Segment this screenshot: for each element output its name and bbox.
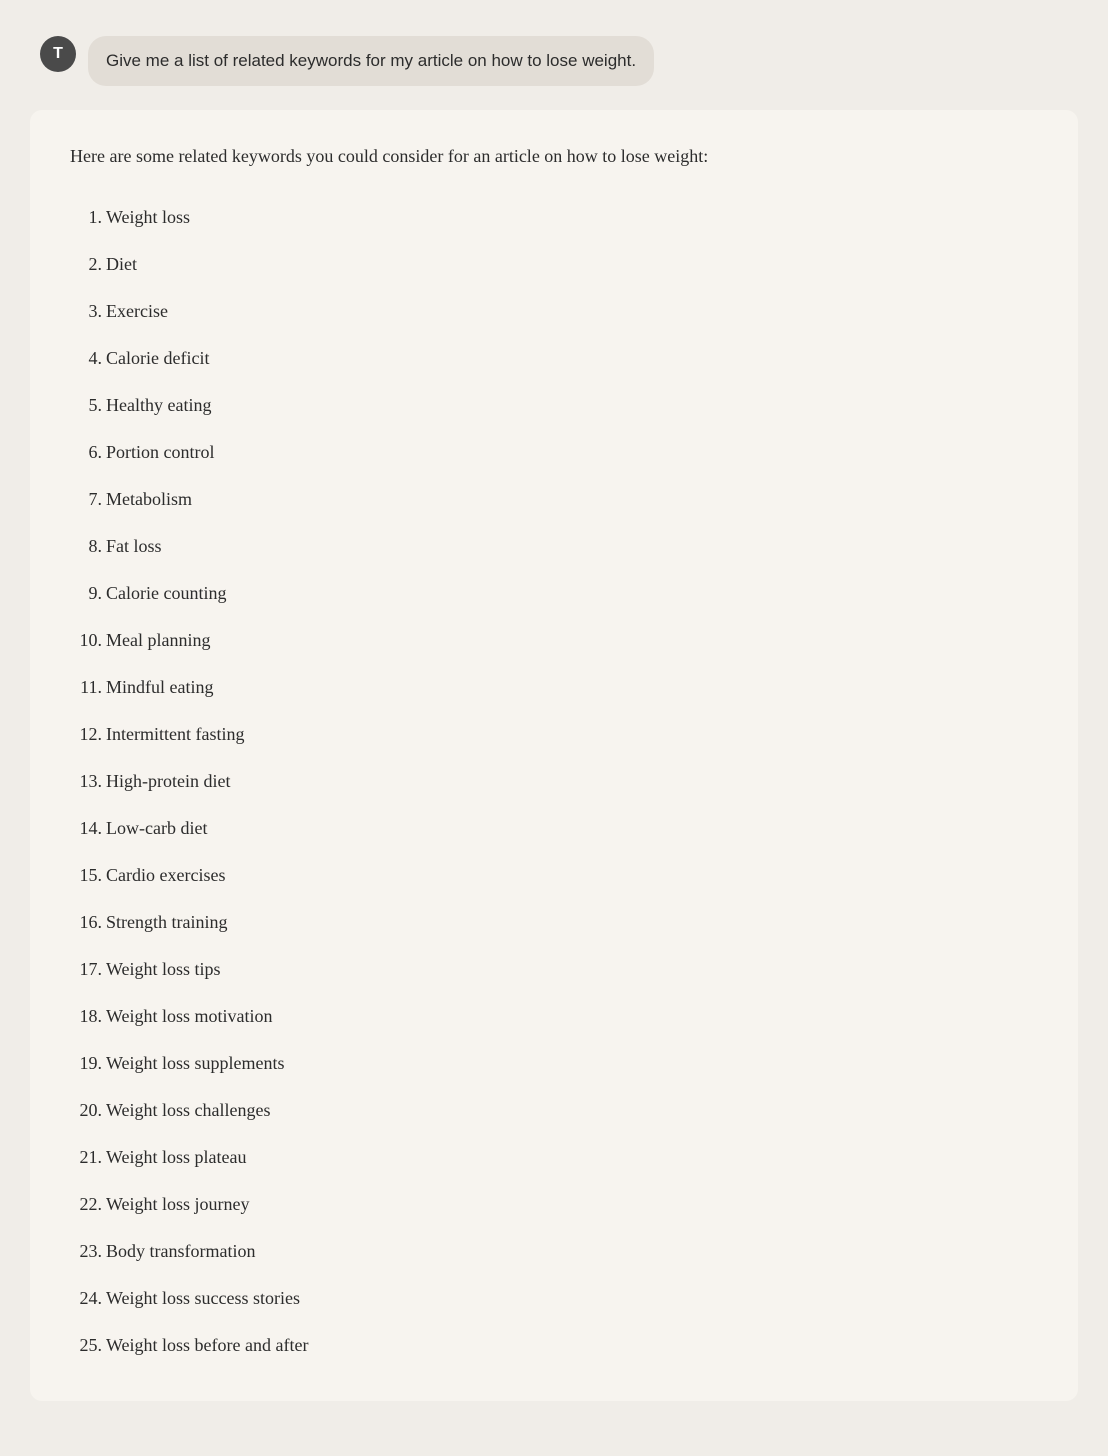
list-item: 5.Healthy eating — [70, 382, 1038, 429]
list-item: 7.Metabolism — [70, 476, 1038, 523]
item-text: Exercise — [106, 301, 168, 321]
item-number: 18. — [70, 1003, 102, 1030]
list-item: 15.Cardio exercises — [70, 852, 1038, 899]
list-item: 23.Body transformation — [70, 1228, 1038, 1275]
item-text: Weight loss motivation — [106, 1006, 273, 1026]
item-number: 22. — [70, 1191, 102, 1218]
item-number: 12. — [70, 721, 102, 748]
item-text: Calorie counting — [106, 583, 226, 603]
list-item: 13.High-protein diet — [70, 758, 1038, 805]
item-number: 8. — [70, 533, 102, 560]
item-number: 3. — [70, 298, 102, 325]
item-text: Weight loss journey — [106, 1194, 250, 1214]
item-text: Weight loss success stories — [106, 1288, 300, 1308]
list-item: 3.Exercise — [70, 288, 1038, 335]
item-text: Strength training — [106, 912, 227, 932]
item-number: 21. — [70, 1144, 102, 1171]
user-message-bubble: Give me a list of related keywords for m… — [88, 36, 654, 86]
item-number: 17. — [70, 956, 102, 983]
list-item: 22.Weight loss journey — [70, 1181, 1038, 1228]
item-number: 24. — [70, 1285, 102, 1312]
avatar-letter: T — [53, 45, 63, 63]
item-number: 16. — [70, 909, 102, 936]
item-text: Weight loss plateau — [106, 1147, 247, 1167]
list-item: 11.Mindful eating — [70, 664, 1038, 711]
item-number: 5. — [70, 392, 102, 419]
list-item: 16.Strength training — [70, 899, 1038, 946]
item-text: Body transformation — [106, 1241, 255, 1261]
item-number: 2. — [70, 251, 102, 278]
list-item: 6.Portion control — [70, 429, 1038, 476]
item-number: 14. — [70, 815, 102, 842]
item-text: Weight loss challenges — [106, 1100, 271, 1120]
item-number: 13. — [70, 768, 102, 795]
item-text: Cardio exercises — [106, 865, 225, 885]
item-text: Weight loss before and after — [106, 1335, 308, 1355]
item-text: Weight loss tips — [106, 959, 221, 979]
item-text: Healthy eating — [106, 395, 211, 415]
list-item: 2.Diet — [70, 241, 1038, 288]
item-text: Portion control — [106, 442, 215, 462]
response-container: Here are some related keywords you could… — [30, 110, 1078, 1402]
list-item: 21.Weight loss plateau — [70, 1134, 1038, 1181]
item-number: 15. — [70, 862, 102, 889]
item-text: Meal planning — [106, 630, 210, 650]
item-number: 7. — [70, 486, 102, 513]
list-item: 17.Weight loss tips — [70, 946, 1038, 993]
keywords-list: 1.Weight loss2.Diet3.Exercise4.Calorie d… — [70, 194, 1038, 1369]
item-number: 25. — [70, 1332, 102, 1359]
item-text: Metabolism — [106, 489, 192, 509]
item-number: 20. — [70, 1097, 102, 1124]
item-text: Fat loss — [106, 536, 162, 556]
list-item: 10.Meal planning — [70, 617, 1038, 664]
item-text: Mindful eating — [106, 677, 213, 697]
list-item: 1.Weight loss — [70, 194, 1038, 241]
list-item: 24.Weight loss success stories — [70, 1275, 1038, 1322]
item-number: 23. — [70, 1238, 102, 1265]
item-number: 6. — [70, 439, 102, 466]
list-item: 20.Weight loss challenges — [70, 1087, 1038, 1134]
item-text: Low-carb diet — [106, 818, 207, 838]
item-number: 9. — [70, 580, 102, 607]
item-text: Intermittent fasting — [106, 724, 244, 744]
item-text: Weight loss supplements — [106, 1053, 285, 1073]
list-item: 19.Weight loss supplements — [70, 1040, 1038, 1087]
list-item: 12.Intermittent fasting — [70, 711, 1038, 758]
item-number: 11. — [70, 674, 102, 701]
item-text: High-protein diet — [106, 771, 230, 791]
response-intro: Here are some related keywords you could… — [70, 142, 1038, 171]
list-item: 18.Weight loss motivation — [70, 993, 1038, 1040]
user-message-container: T Give me a list of related keywords for… — [20, 20, 1088, 102]
item-text: Calorie deficit — [106, 348, 209, 368]
list-item: 25.Weight loss before and after — [70, 1322, 1038, 1369]
list-item: 14.Low-carb diet — [70, 805, 1038, 852]
item-number: 19. — [70, 1050, 102, 1077]
user-avatar: T — [40, 36, 76, 72]
item-text: Diet — [106, 254, 137, 274]
user-message-text: Give me a list of related keywords for m… — [106, 51, 636, 70]
list-item: 9.Calorie counting — [70, 570, 1038, 617]
item-text: Weight loss — [106, 207, 190, 227]
item-number: 4. — [70, 345, 102, 372]
list-item: 4.Calorie deficit — [70, 335, 1038, 382]
item-number: 10. — [70, 627, 102, 654]
list-item: 8.Fat loss — [70, 523, 1038, 570]
item-number: 1. — [70, 204, 102, 231]
